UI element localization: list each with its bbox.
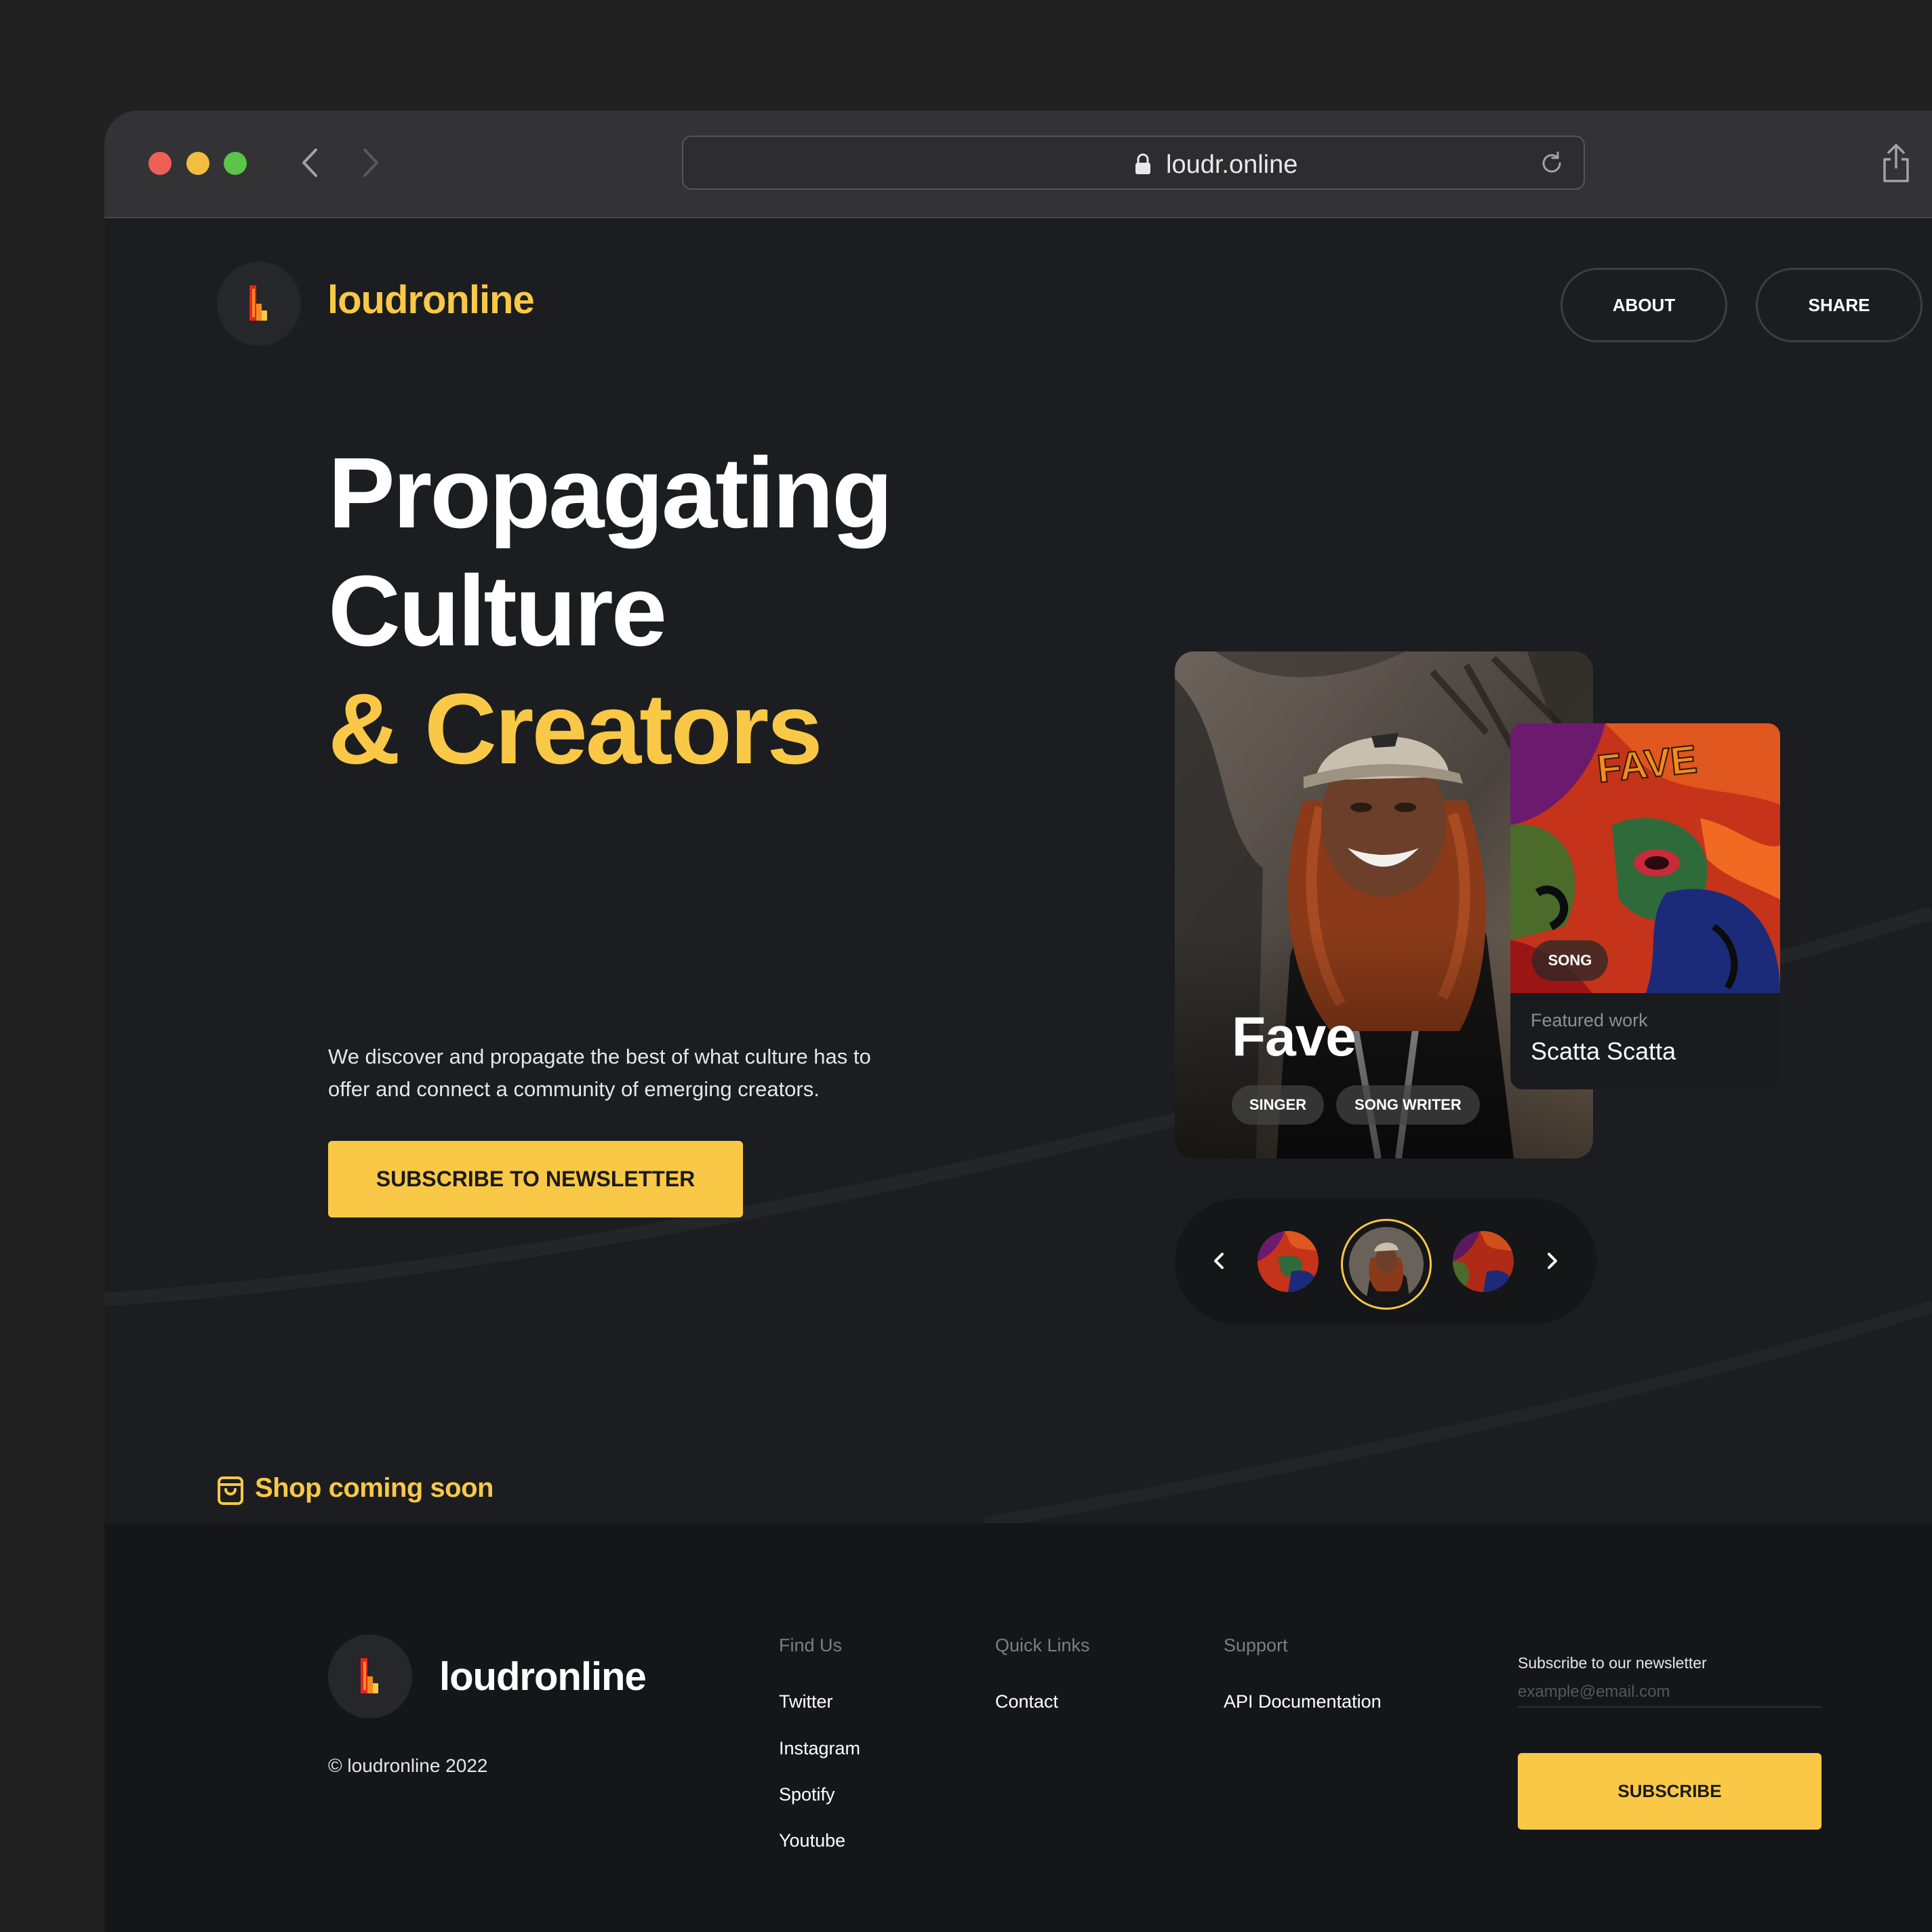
footer-link-twitter[interactable]: Twitter	[779, 1691, 833, 1712]
subscribe-newsletter-button[interactable]: SUBSCRIBE TO NEWSLETTER	[328, 1141, 743, 1217]
url-text: loudr.online	[1166, 150, 1298, 179]
footer-column-title: Support	[1224, 1635, 1288, 1655]
hero-title-line: Culture	[328, 555, 667, 667]
chevron-left-icon[interactable]	[1207, 1249, 1232, 1273]
hero-title: Propagating Culture & Creators	[328, 435, 893, 788]
subscribe-button[interactable]: SUBSCRIBE	[1518, 1753, 1822, 1830]
logo-mark-icon	[249, 285, 267, 321]
footer-link-contact[interactable]: Contact	[995, 1691, 1058, 1712]
forward-arrow-icon[interactable]	[353, 146, 386, 180]
address-bar[interactable]: loudr.online	[682, 136, 1585, 190]
thumb-art	[1453, 1231, 1514, 1292]
footer-column-title: Quick Links	[995, 1635, 1090, 1655]
shop-label: Shop coming soon	[255, 1473, 494, 1503]
close-window-button[interactable]	[148, 152, 172, 175]
newsletter-email-field[interactable]	[1518, 1678, 1822, 1708]
song-title: Scatta Scatta	[1531, 1037, 1676, 1065]
carousel-thumb-active[interactable]	[1349, 1227, 1424, 1302]
tag-song: SONG	[1532, 940, 1608, 981]
footer: loudronline © loudronline 2022 Find Us T…	[104, 1523, 1932, 1932]
tag-song-writer: SONG WRITER	[1336, 1085, 1480, 1125]
browser-toolbar: loudr.online	[104, 110, 1932, 218]
thumb-photo	[1349, 1227, 1424, 1302]
logo-mark-icon	[361, 1658, 378, 1693]
shopping-bag-icon	[218, 1476, 243, 1505]
device-frame: loudr.online loudronline ABOUT SHARE Pro…	[0, 0, 1932, 1932]
share-button[interactable]: SHARE	[1756, 268, 1923, 342]
page: loudronline ABOUT SHARE Propagating Cult…	[104, 218, 1932, 1932]
share-icon[interactable]	[1880, 143, 1912, 184]
footer-link-spotify[interactable]: Spotify	[779, 1784, 835, 1805]
hero-description: We discover and propagate the best of wh…	[328, 1045, 871, 1101]
footer-link-youtube[interactable]: Youtube	[779, 1830, 845, 1851]
newsletter-label: Subscribe to our newsletter	[1518, 1654, 1707, 1672]
hero-title-accent: & Creators	[328, 673, 823, 785]
carousel-thumb[interactable]	[1257, 1231, 1319, 1292]
browser-window: loudr.online loudronline ABOUT SHARE Pro…	[104, 110, 1932, 1932]
footer-link-api-documentation[interactable]: API Documentation	[1224, 1691, 1382, 1712]
footer-link-instagram[interactable]: Instagram	[779, 1738, 860, 1759]
logo[interactable]	[217, 262, 301, 346]
back-arrow-icon[interactable]	[294, 146, 328, 180]
minimize-window-button[interactable]	[186, 152, 209, 175]
reload-icon[interactable]	[1539, 150, 1565, 176]
tag-singer: SINGER	[1232, 1085, 1324, 1125]
footer-logo[interactable]	[328, 1634, 412, 1718]
maximize-window-button[interactable]	[224, 152, 247, 175]
carousel-thumb[interactable]	[1453, 1231, 1514, 1292]
chevron-right-icon[interactable]	[1539, 1249, 1564, 1273]
lock-icon	[1135, 153, 1150, 174]
footer-brand-name: loudronline	[439, 1655, 647, 1699]
about-button[interactable]: ABOUT	[1561, 268, 1727, 342]
song-caption: Featured work	[1531, 1010, 1648, 1030]
footer-column-title: Find Us	[779, 1635, 843, 1655]
hero-title-line: Propagating	[328, 437, 893, 549]
featured-song-card[interactable]: FAVE SONG Featured work Scatta Scatta	[1510, 723, 1780, 1089]
copyright: © loudronline 2022	[328, 1755, 488, 1776]
artist-name: Fave	[1232, 1006, 1356, 1068]
brand-name[interactable]: loudronline	[327, 277, 535, 323]
artist-carousel	[1175, 1199, 1596, 1325]
thumb-art	[1257, 1231, 1319, 1292]
